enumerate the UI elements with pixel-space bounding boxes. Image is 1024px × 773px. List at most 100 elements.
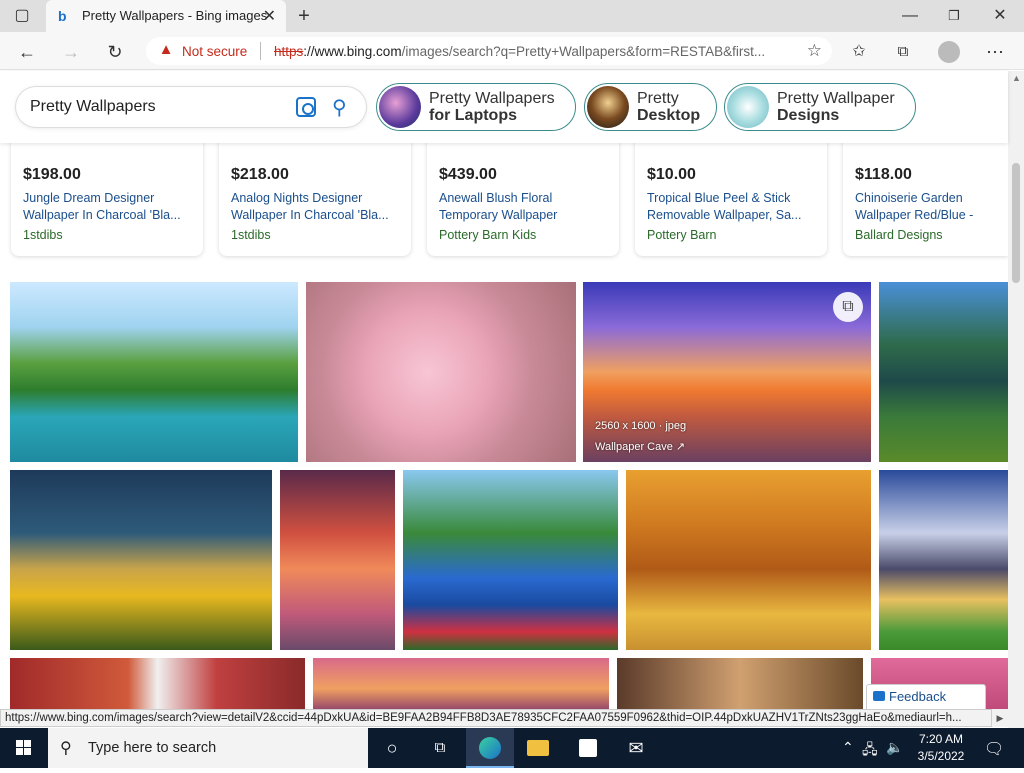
related-chip-laptops[interactable]: Pretty Wallpapers for Laptops bbox=[376, 83, 576, 131]
product-card[interactable]: $439.00 Anewall Blush Floral Temporary W… bbox=[427, 140, 619, 256]
edge-icon[interactable] bbox=[466, 728, 514, 768]
feedback-button[interactable]: Feedback bbox=[866, 684, 986, 710]
search-query[interactable]: Pretty Wallpapers bbox=[30, 98, 156, 116]
file-explorer-icon[interactable] bbox=[514, 728, 562, 768]
product-price: $198.00 bbox=[23, 166, 81, 183]
refresh-button[interactable]: ↻ bbox=[102, 39, 128, 65]
close-window-button[interactable]: ✕ bbox=[988, 4, 1012, 28]
related-chip-desktop[interactable]: Pretty Desktop bbox=[584, 83, 717, 131]
product-name[interactable]: Anewall Blush Floral Temporary Wallpaper bbox=[439, 190, 611, 224]
new-tab-button[interactable]: + bbox=[292, 4, 316, 28]
image-result[interactable] bbox=[879, 470, 1008, 650]
restore-button[interactable]: ❐ bbox=[942, 4, 966, 28]
minimize-button[interactable]: — bbox=[898, 4, 922, 28]
product-name[interactable]: Chinoiserie Garden Wallpaper Red/Blue - … bbox=[855, 190, 1015, 224]
browser-tab[interactable]: b Pretty Wallpapers - Bing images ✕ bbox=[46, 0, 286, 32]
search-icon: ⚲ bbox=[60, 740, 72, 757]
scrollbar-thumb[interactable] bbox=[1012, 163, 1020, 283]
image-result[interactable] bbox=[403, 470, 618, 650]
image-result[interactable] bbox=[10, 658, 305, 709]
system-clock[interactable]: 7:20 AM 3/5/2022 bbox=[910, 731, 972, 765]
image-result[interactable] bbox=[280, 470, 395, 650]
task-view-icon[interactable]: ⧉ bbox=[416, 728, 464, 768]
profile-avatar[interactable] bbox=[936, 39, 962, 65]
feedback-icon bbox=[873, 691, 885, 701]
related-chip-designs[interactable]: Pretty Wallpaper Designs bbox=[724, 83, 916, 131]
warning-icon[interactable]: ▲ bbox=[158, 42, 174, 58]
scroll-up-icon[interactable]: ▲ bbox=[1012, 73, 1021, 83]
chip-thumbnail bbox=[379, 86, 421, 128]
chip-label: Pretty bbox=[637, 90, 679, 107]
notifications-icon[interactable]: 🗨 bbox=[984, 739, 1004, 759]
tab-title: Pretty Wallpapers - Bing images bbox=[82, 8, 268, 23]
image-result[interactable]: ⧉ 2560 x 1600 · jpeg Wallpaper Cave ↗ bbox=[583, 282, 871, 462]
product-price: $439.00 bbox=[439, 166, 497, 183]
network-icon[interactable]: 🖧 bbox=[862, 739, 878, 763]
chip-label: Designs bbox=[777, 107, 840, 124]
scroll-right-icon[interactable]: ▶ bbox=[992, 709, 1008, 727]
product-card[interactable]: $10.00 Tropical Blue Peel & Stick Remova… bbox=[635, 140, 827, 256]
microsoft-store-icon[interactable] bbox=[564, 728, 612, 768]
product-price: $118.00 bbox=[855, 166, 912, 183]
divider bbox=[260, 42, 261, 60]
forward-button[interactable]: → bbox=[58, 39, 84, 65]
image-result[interactable] bbox=[10, 282, 298, 462]
product-card[interactable]: $198.00 Jungle Dream Designer Wallpaper … bbox=[11, 140, 203, 256]
product-price: $10.00 bbox=[647, 166, 696, 183]
product-card[interactable]: $218.00 Analog Nights Designer Wallpaper… bbox=[219, 140, 411, 256]
chip-label: Pretty Wallpapers bbox=[429, 90, 555, 107]
product-store: Ballard Designs bbox=[855, 228, 943, 242]
search-icon[interactable]: ⚲ bbox=[332, 95, 347, 120]
vertical-scrollbar[interactable]: ▲ bbox=[1008, 71, 1024, 728]
product-card[interactable]: $118.00 Chinoiserie Garden Wallpaper Red… bbox=[843, 140, 1008, 256]
start-button[interactable] bbox=[0, 728, 48, 768]
search-input[interactable]: Pretty Wallpapers ⚲ bbox=[16, 87, 366, 127]
image-result[interactable] bbox=[879, 282, 1008, 462]
mail-icon[interactable]: ✉ bbox=[612, 728, 660, 768]
chip-thumbnail bbox=[727, 86, 769, 128]
tab-strip: ▢ b Pretty Wallpapers - Bing images ✕ + … bbox=[0, 0, 1024, 32]
volume-muted-icon[interactable]: 🔈 bbox=[886, 739, 903, 756]
visual-search-icon[interactable] bbox=[296, 97, 316, 117]
address-bar[interactable]: ▲ Not secure https://www.bing.com/images… bbox=[146, 37, 832, 65]
product-store: 1stdibs bbox=[231, 228, 271, 242]
clock-date: 3/5/2022 bbox=[917, 749, 965, 763]
product-store: Pottery Barn bbox=[647, 228, 717, 242]
windows-logo-icon bbox=[16, 740, 31, 755]
copy-image-icon[interactable]: ⧉ bbox=[833, 292, 863, 322]
product-price: $218.00 bbox=[231, 166, 289, 183]
settings-more-icon[interactable]: ⋯ bbox=[982, 39, 1008, 65]
back-button[interactable]: ← bbox=[14, 39, 40, 65]
favorites-icon[interactable]: ✩ bbox=[846, 39, 872, 65]
image-result[interactable] bbox=[313, 658, 609, 709]
product-store: 1stdibs bbox=[23, 228, 63, 242]
image-result[interactable] bbox=[10, 470, 272, 650]
chip-label: Pretty Wallpaper bbox=[777, 90, 895, 107]
toolbar: ← → ↻ ▲ Not secure https://www.bing.com/… bbox=[0, 32, 1024, 70]
feedback-label: Feedback bbox=[889, 689, 947, 704]
product-name[interactable]: Analog Nights Designer Wallpaper In Char… bbox=[231, 190, 403, 224]
show-hidden-icons-icon[interactable]: ⌃ bbox=[842, 739, 854, 756]
tab-actions-icon[interactable]: ▢ bbox=[10, 4, 34, 28]
image-result[interactable] bbox=[626, 470, 871, 650]
taskbar-search-input[interactable]: ⚲ Type here to search bbox=[48, 728, 368, 768]
product-name[interactable]: Tropical Blue Peel & Stick Removable Wal… bbox=[647, 190, 819, 224]
chip-label: for Laptops bbox=[429, 107, 517, 124]
add-favorite-icon[interactable]: ☆ bbox=[807, 41, 822, 61]
product-name[interactable]: Jungle Dream Designer Wallpaper In Charc… bbox=[23, 190, 195, 224]
url-text[interactable]: https://www.bing.com/images/search?q=Pre… bbox=[274, 44, 794, 59]
close-tab-icon[interactable]: ✕ bbox=[263, 6, 276, 26]
clock-time: 7:20 AM bbox=[918, 732, 964, 746]
image-source-link[interactable]: Wallpaper Cave ↗ bbox=[595, 440, 685, 453]
image-dimensions: 2560 x 1600 · jpeg bbox=[595, 420, 687, 432]
cortana-icon[interactable]: ○ bbox=[368, 728, 416, 768]
product-store: Pottery Barn Kids bbox=[439, 228, 537, 242]
security-label[interactable]: Not secure bbox=[182, 44, 247, 59]
taskbar-search-placeholder: Type here to search bbox=[88, 740, 217, 756]
collections-icon[interactable]: ⧉ bbox=[890, 39, 916, 65]
image-result[interactable] bbox=[306, 282, 576, 462]
chip-label: Desktop bbox=[637, 107, 701, 124]
bing-search-header: Pretty Wallpapers ⚲ Pretty Wallpapers fo… bbox=[0, 71, 1008, 143]
status-bar-url: https://www.bing.com/images/search?view=… bbox=[0, 709, 992, 727]
image-result[interactable] bbox=[617, 658, 863, 709]
